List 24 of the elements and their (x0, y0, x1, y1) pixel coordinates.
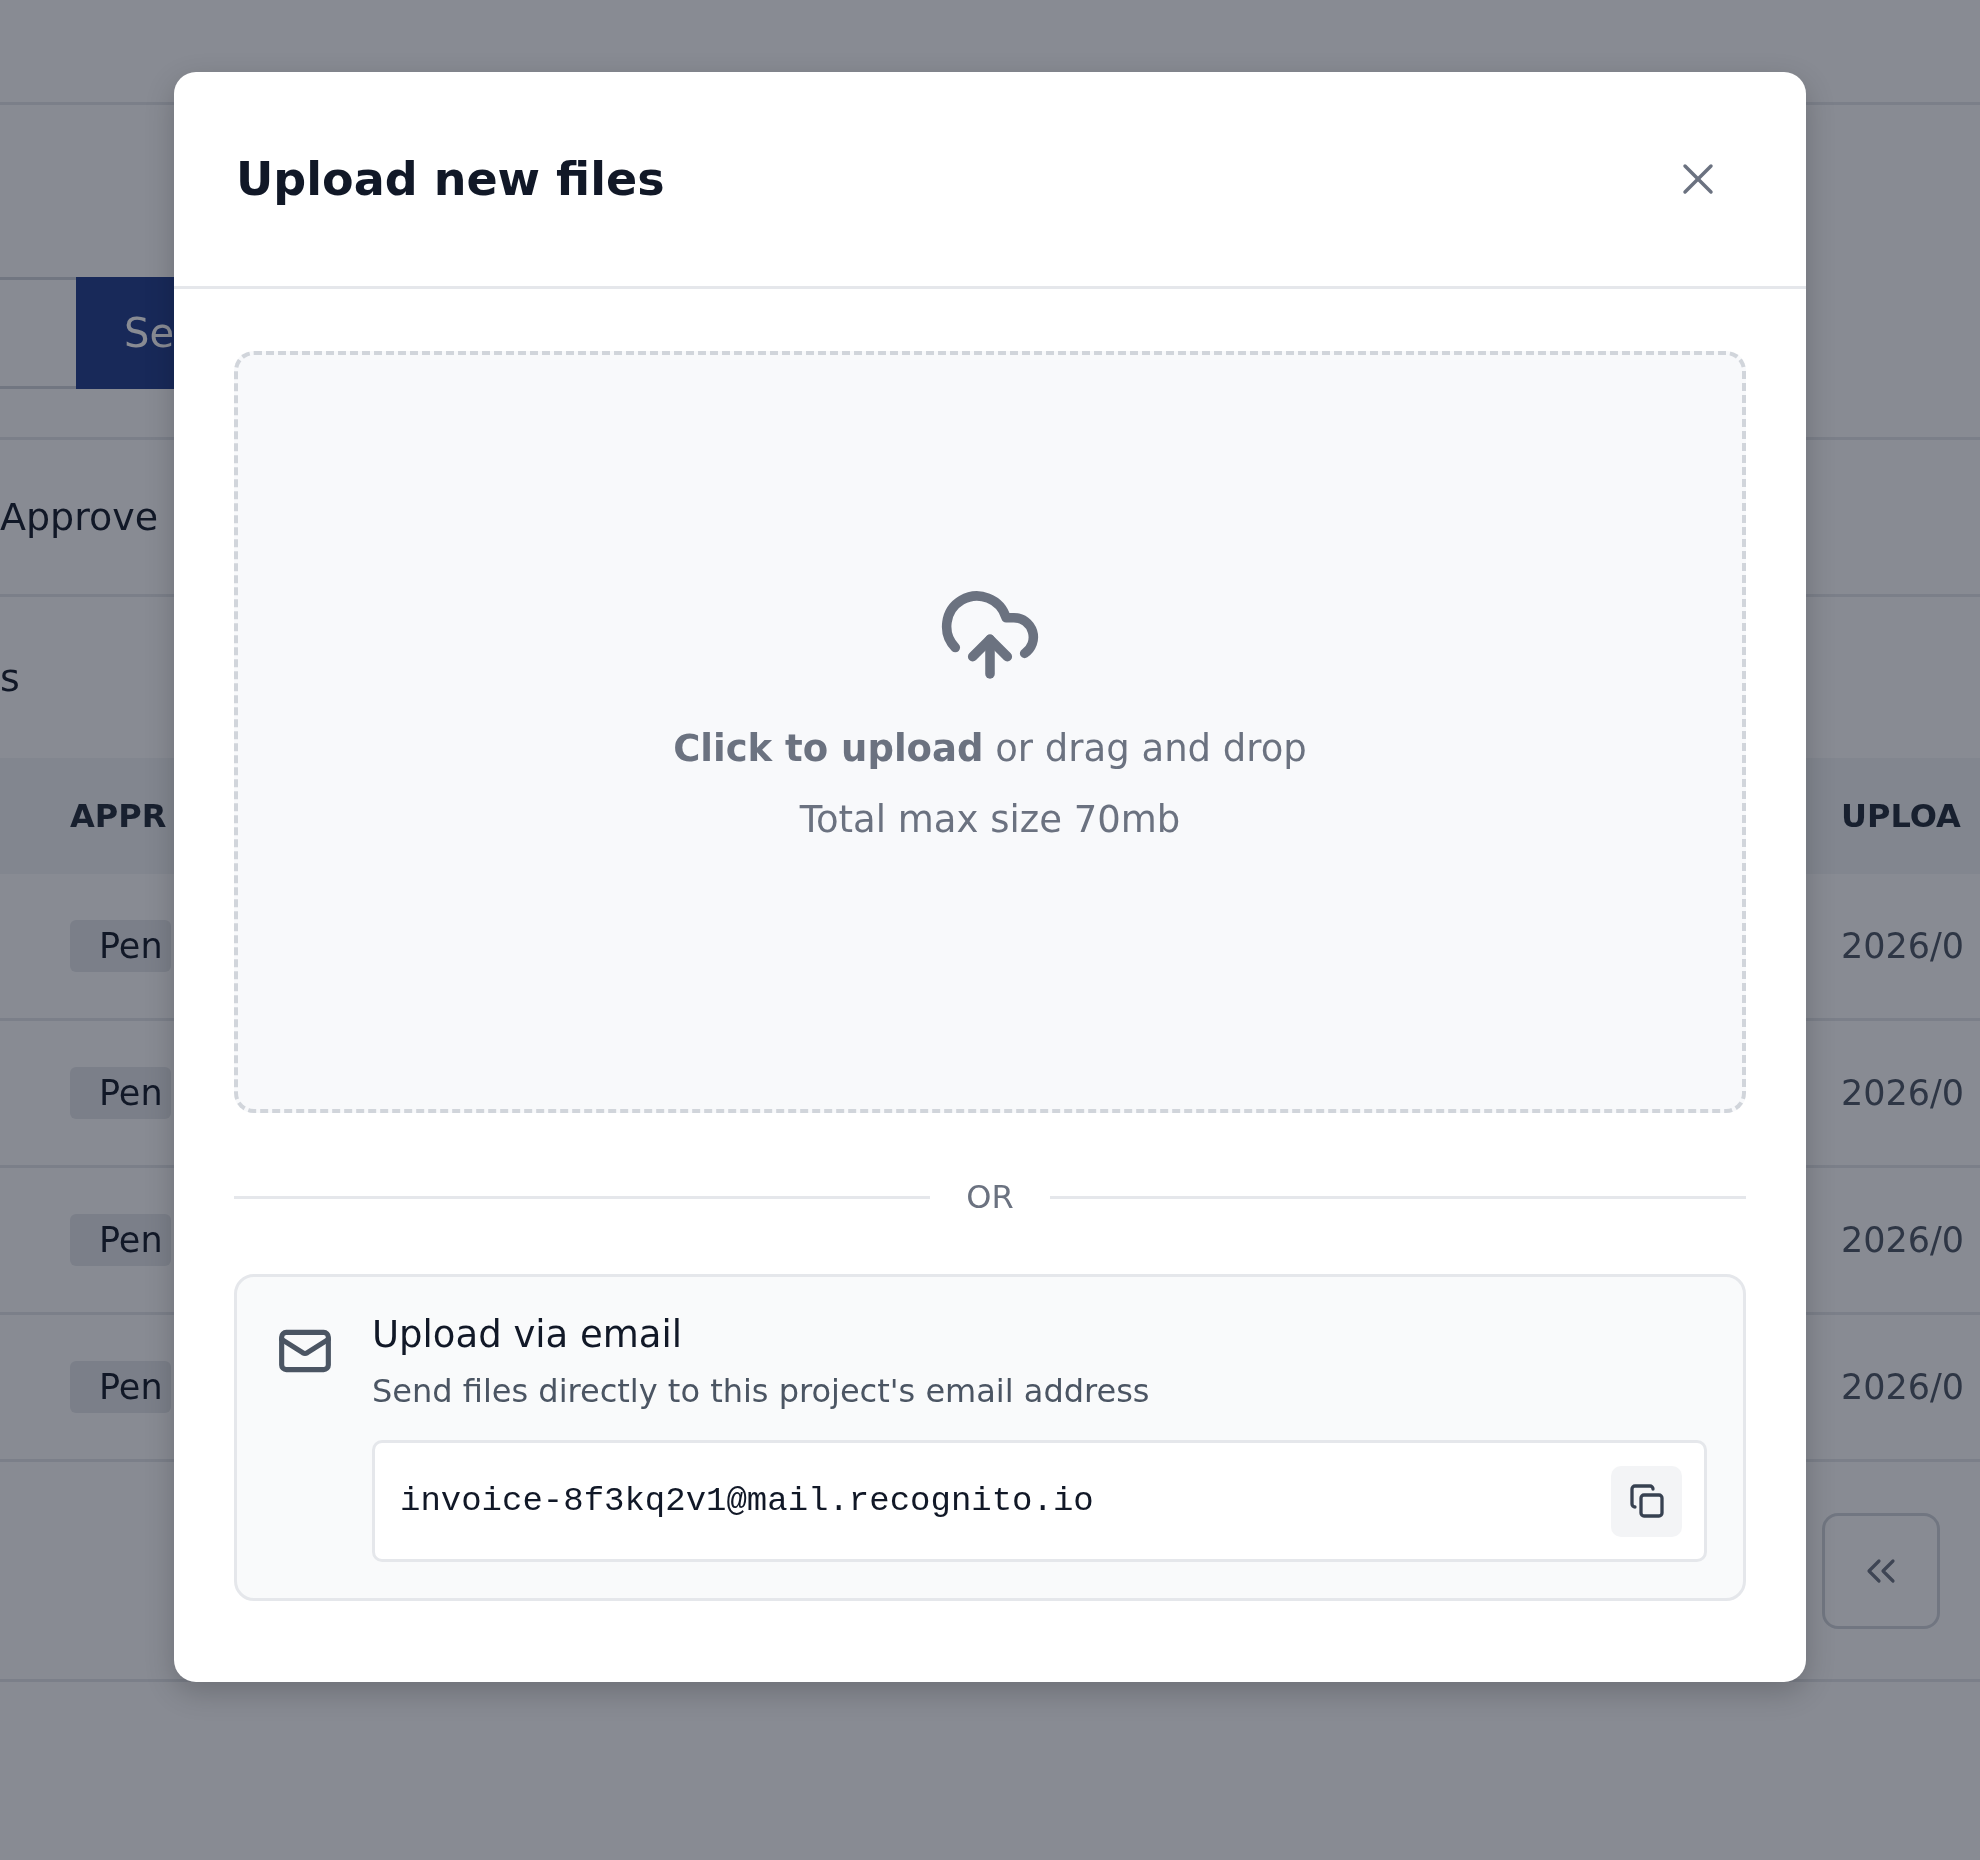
status-badge: Pen (70, 1067, 171, 1119)
filter-label: s (0, 655, 20, 700)
status-badge: Pen (70, 920, 171, 972)
table-cell: 2026/0 (1841, 926, 1965, 966)
column-header: APPR (70, 797, 167, 835)
email-address-field[interactable]: invoice-8f3kq2v1@mail.recognito.io (372, 1440, 1707, 1562)
status-badge: Pen (70, 1361, 171, 1413)
dialog-title: Upload new files (236, 152, 665, 206)
copy-button[interactable] (1611, 1465, 1682, 1537)
table-cell: 2026/0 (1841, 1073, 1965, 1113)
email-upload-title: Upload via email (372, 1313, 684, 1356)
table-cell: 2026/0 (1841, 1220, 1965, 1260)
search-button[interactable]: Se (76, 277, 174, 389)
table-cell: 2026/0 (1841, 1367, 1965, 1407)
upload-prompt: Click to upload or drag and drop (673, 727, 1307, 770)
filter-label: Approve (0, 495, 159, 539)
or-divider-label: OR (966, 1178, 1014, 1216)
email-address: invoice-8f3kq2v1@mail.recognito.io (400, 1482, 1094, 1520)
column-header: UPLOA (1841, 797, 1961, 835)
copy-icon (1628, 1483, 1665, 1519)
email-upload-description: Send files directly to this project's email address (372, 1372, 1151, 1410)
status-badge: Pen (70, 1214, 171, 1266)
drop-zone[interactable]: Click to upload or drag and drop Total max size 70mb (234, 351, 1746, 1113)
size-limit: Total max size 70mb (799, 798, 1181, 841)
